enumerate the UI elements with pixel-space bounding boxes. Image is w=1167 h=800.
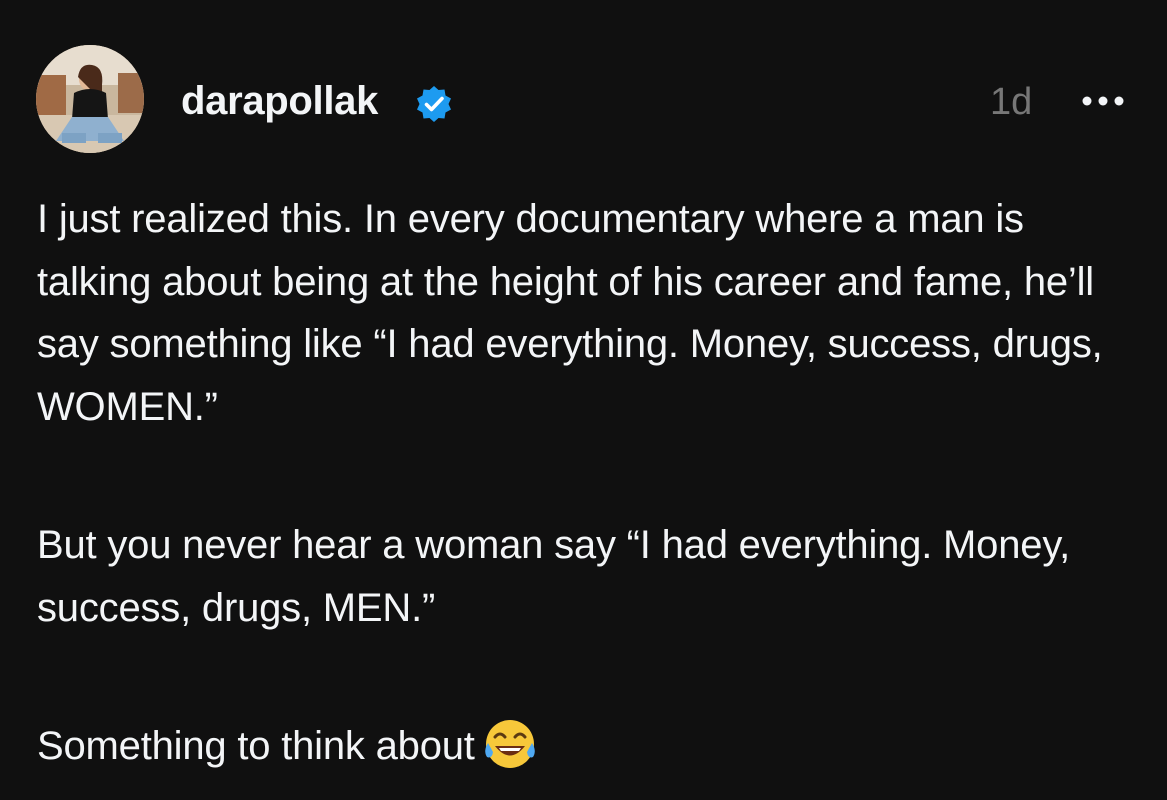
post-body: I just realized this. In every documenta…	[37, 188, 1147, 778]
thread-post: darapollak 1d I just realized this. In e…	[0, 0, 1167, 800]
avatar[interactable]	[36, 45, 144, 153]
ellipsis-icon[interactable]	[1078, 86, 1128, 116]
post-paragraph-3: Something to think about	[37, 715, 1147, 778]
tears-of-joy-emoji-icon	[484, 720, 535, 768]
post-paragraph-1: I just realized this. In every documenta…	[37, 197, 1103, 429]
post-timestamp: 1d	[990, 81, 1033, 123]
verified-badge-icon	[417, 86, 451, 122]
username[interactable]: darapollak	[181, 78, 378, 124]
post-paragraph-3-text: Something to think about	[37, 724, 475, 768]
post-paragraph-2: But you never hear a woman say “I had ev…	[37, 523, 1071, 630]
